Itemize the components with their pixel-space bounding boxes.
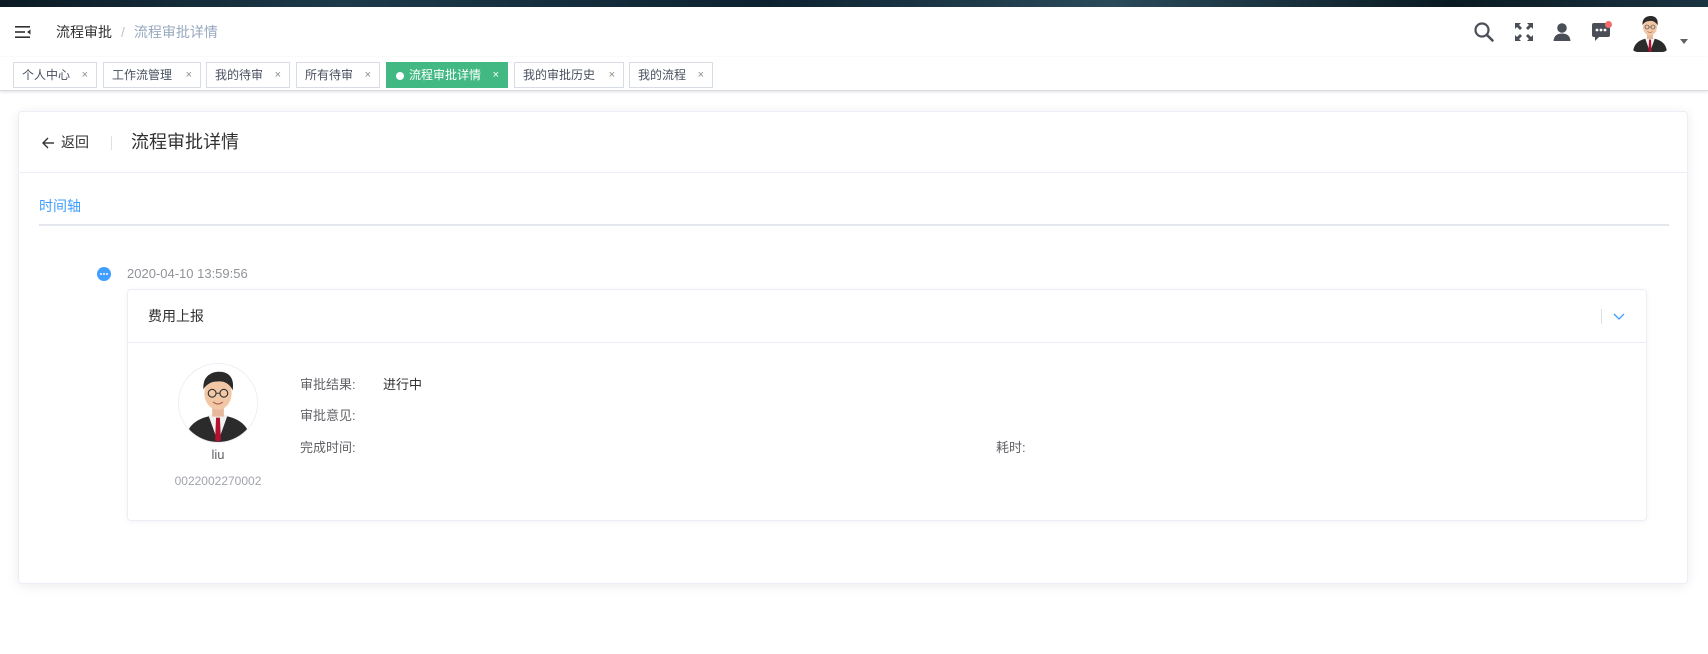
chevron-down-icon[interactable]: [1612, 309, 1626, 323]
detail-card: 返回 流程审批详情 时间轴 2020-04-10 13:59:56 费用上报 l…: [18, 111, 1688, 584]
page-header: 返回 流程审批详情: [19, 112, 1687, 173]
tabs: 时间轴: [39, 185, 1669, 226]
collapse-header[interactable]: 费用上报: [128, 290, 1646, 343]
approver-name: liu: [211, 447, 225, 462]
user-avatar[interactable]: [1630, 12, 1670, 52]
breadcrumb-separator: /: [121, 24, 125, 40]
arrow-left-icon: [42, 137, 54, 149]
tag-label: 我的流程: [638, 68, 687, 82]
duration-label: 耗时:: [996, 440, 1026, 455]
collapse-divider: [1601, 309, 1602, 324]
back-button[interactable]: 返回: [41, 133, 89, 151]
tags-view: 个人中心 × 工作流管理 × 我的待审 × 所有待审 × 流程审批详情 × 我的…: [0, 57, 1708, 91]
tag-workflow-management[interactable]: 工作流管理 ×: [103, 62, 201, 88]
tag-my-process[interactable]: 我的流程 ×: [629, 62, 713, 88]
close-icon[interactable]: ×: [698, 63, 704, 87]
menu-fold-icon[interactable]: [14, 23, 32, 41]
search-icon[interactable]: [1473, 21, 1495, 43]
collapse-title: 费用上报: [148, 308, 204, 324]
top-decorative-strip: [0, 0, 1708, 7]
close-icon[interactable]: ×: [493, 63, 499, 87]
timeline-timestamp: 2020-04-10 13:59:56: [127, 266, 248, 281]
timeline-more-icon: [97, 267, 111, 281]
active-dot-icon: [396, 72, 404, 80]
caret-down-icon[interactable]: [1680, 39, 1688, 44]
tag-my-approval-history[interactable]: 我的审批历史 ×: [514, 62, 624, 88]
tag-all-pending[interactable]: 所有待审 ×: [296, 62, 380, 88]
finish-time-label: 完成时间:: [300, 440, 356, 455]
message-icon[interactable]: [1590, 21, 1612, 43]
notification-dot: [1605, 21, 1612, 28]
tag-approval-detail[interactable]: 流程审批详情 ×: [386, 62, 508, 88]
tag-label: 我的待审: [215, 68, 264, 82]
close-icon[interactable]: ×: [186, 63, 192, 87]
result-label: 审批结果:: [300, 377, 356, 392]
collapse-panel: 费用上报 liu 0022002270002 审批结果: 进行中 审批意见: 完…: [127, 289, 1647, 521]
tab-timeline[interactable]: 时间轴: [39, 198, 81, 214]
back-label: 返回: [61, 134, 89, 150]
tag-label: 工作流管理: [112, 68, 173, 82]
close-icon[interactable]: ×: [275, 63, 281, 87]
opinion-label: 审批意见:: [300, 408, 356, 423]
close-icon[interactable]: ×: [609, 63, 615, 87]
fullscreen-icon[interactable]: [1513, 21, 1535, 43]
breadcrumb-parent[interactable]: 流程审批: [56, 24, 112, 40]
breadcrumb-current: 流程审批详情: [133, 24, 218, 40]
tag-label: 所有待审: [305, 68, 354, 82]
tag-label: 个人中心: [22, 68, 71, 82]
breadcrumb: 流程审批 / 流程审批详情: [56, 23, 218, 41]
tag-personal-center[interactable]: 个人中心 ×: [13, 62, 97, 88]
tag-my-pending[interactable]: 我的待审 ×: [206, 62, 290, 88]
approver-avatar: [178, 363, 258, 443]
page-title: 流程审批详情: [131, 132, 239, 152]
user-icon[interactable]: [1551, 21, 1573, 43]
header-divider: [111, 136, 112, 150]
tag-label: 我的审批历史: [523, 68, 596, 82]
result-value: 进行中: [383, 377, 423, 392]
close-icon[interactable]: ×: [365, 63, 371, 87]
close-icon[interactable]: ×: [82, 63, 88, 87]
navbar: 流程审批 / 流程审批详情: [0, 7, 1708, 57]
approver-id: 0022002270002: [174, 474, 262, 488]
tag-label: 流程审批详情: [409, 68, 482, 82]
